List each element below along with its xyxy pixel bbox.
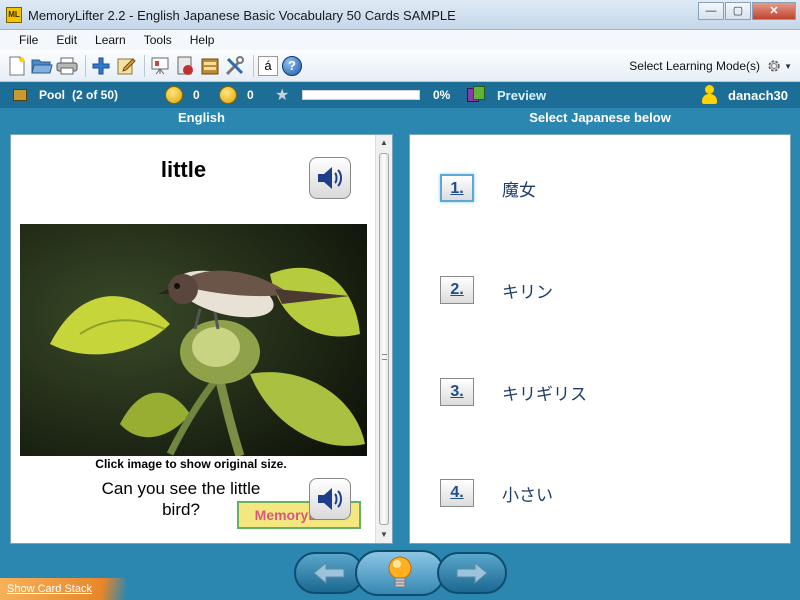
preview-label[interactable]: Preview — [497, 88, 546, 103]
correct-count: 0 — [193, 88, 200, 102]
help-glyph: ? — [282, 55, 302, 76]
next-card-button[interactable] — [437, 552, 507, 594]
answer-number-button[interactable]: 3. — [440, 378, 474, 406]
learning-mode-gear-icon[interactable]: ▼ — [766, 56, 792, 76]
presentation-icon[interactable] — [149, 55, 171, 77]
wrong-count: 0 — [247, 88, 254, 102]
arrow-left-icon — [313, 562, 345, 584]
answer-option[interactable]: 4. 小さい — [440, 478, 553, 508]
speaker-icon — [318, 488, 342, 510]
answer-option[interactable]: 2. キリン — [440, 275, 553, 305]
smiley-correct-icon — [165, 86, 183, 104]
question-word: little — [160, 157, 207, 182]
previous-card-button[interactable] — [294, 552, 364, 594]
star-icon: ★ — [275, 87, 290, 104]
print-icon[interactable] — [56, 55, 78, 77]
scroll-up-arrow-icon[interactable]: ▲ — [376, 135, 392, 151]
card-box-icon[interactable] — [199, 55, 221, 77]
answer-number-button[interactable]: 2. — [440, 276, 474, 304]
show-card-stack-link[interactable]: Show Card Stack — [7, 583, 92, 595]
maximize-button[interactable]: ▢ — [725, 2, 751, 20]
user-name: danach30 — [728, 88, 788, 103]
add-card-icon[interactable] — [90, 55, 112, 77]
answer-text[interactable]: キリギリス — [502, 380, 587, 405]
show-card-stack-tab[interactable]: Show Card Stack — [0, 578, 126, 600]
toolbar-separator — [85, 54, 86, 77]
play-word-audio-button[interactable] — [309, 157, 351, 199]
answer-text[interactable]: キリン — [502, 278, 553, 303]
toolbar-separator — [144, 54, 145, 77]
bird-photo[interactable] — [20, 224, 367, 456]
settings-tools-icon[interactable] — [224, 55, 246, 77]
menu-file[interactable]: File — [10, 30, 47, 50]
menu-bar: File Edit Learn Tools Help — [0, 30, 800, 50]
menu-tools[interactable]: Tools — [135, 30, 181, 50]
progress-bar — [302, 90, 420, 100]
minimize-button[interactable]: — — [698, 2, 724, 20]
close-button[interactable]: ✕ — [752, 2, 796, 20]
pool-label: Pool — [39, 88, 65, 102]
menu-edit[interactable]: Edit — [47, 30, 86, 50]
question-scrollbar[interactable]: ▲ ▼ — [375, 135, 392, 543]
toolbar: á ? Select Learning Mode(s) ▼ — [0, 50, 800, 82]
title-bar: ML MemoryLifter 2.2 - English Japanese B… — [0, 0, 800, 30]
image-caption: Click image to show original size. — [95, 457, 287, 471]
progress-percent: 0% — [433, 88, 451, 102]
pool-count: (2 of 50) — [72, 88, 119, 102]
answer-number-button[interactable]: 1. — [440, 174, 474, 202]
answer-option[interactable]: 3. キリギリス — [440, 377, 587, 407]
statistics-icon[interactable] — [174, 55, 196, 77]
edit-icon[interactable] — [115, 55, 137, 77]
chevron-down-icon: ▼ — [784, 61, 792, 71]
open-folder-icon[interactable] — [31, 55, 53, 77]
learning-mode-label[interactable]: Select Learning Mode(s) — [629, 59, 760, 73]
app-logo-icon: ML — [6, 7, 22, 23]
window-title: MemoryLifter 2.2 - English Japanese Basi… — [28, 8, 456, 23]
answer-text[interactable]: 小さい — [502, 481, 553, 506]
user-icon — [702, 85, 717, 105]
menu-learn[interactable]: Learn — [86, 30, 135, 50]
scroll-down-arrow-icon[interactable]: ▼ — [376, 527, 392, 543]
answers-panel: 1. 魔女 2. キリン 3. キリギリス 4. 小さい — [409, 134, 791, 544]
answer-text[interactable]: 魔女 — [502, 176, 536, 201]
toolbar-separator — [253, 54, 254, 77]
menu-help[interactable]: Help — [181, 30, 224, 50]
pool-box-icon — [13, 89, 27, 101]
speaker-icon — [318, 167, 342, 189]
hint-button[interactable] — [355, 550, 445, 596]
status-bar: Pool (2 of 50) 0 0 ★ 0% Preview danach30 — [0, 82, 800, 108]
scroll-thumb[interactable] — [379, 153, 389, 525]
preview-cards-icon — [467, 86, 487, 104]
new-file-icon[interactable] — [6, 55, 28, 77]
answer-header: Select Japanese below — [529, 110, 671, 125]
answer-number-button[interactable]: 4. — [440, 479, 474, 507]
source-language-header: English — [178, 110, 225, 125]
question-panel: little Click image to show original size… — [10, 134, 393, 544]
arrow-right-icon — [456, 562, 488, 584]
help-icon[interactable]: ? — [281, 55, 303, 77]
play-sentence-audio-button[interactable] — [309, 478, 351, 520]
lightbulb-icon — [388, 556, 412, 588]
special-character-glyph: á — [264, 58, 272, 73]
smiley-wrong-icon — [219, 86, 237, 104]
special-character-icon[interactable]: á — [258, 55, 278, 76]
answer-option[interactable]: 1. 魔女 — [440, 173, 536, 203]
